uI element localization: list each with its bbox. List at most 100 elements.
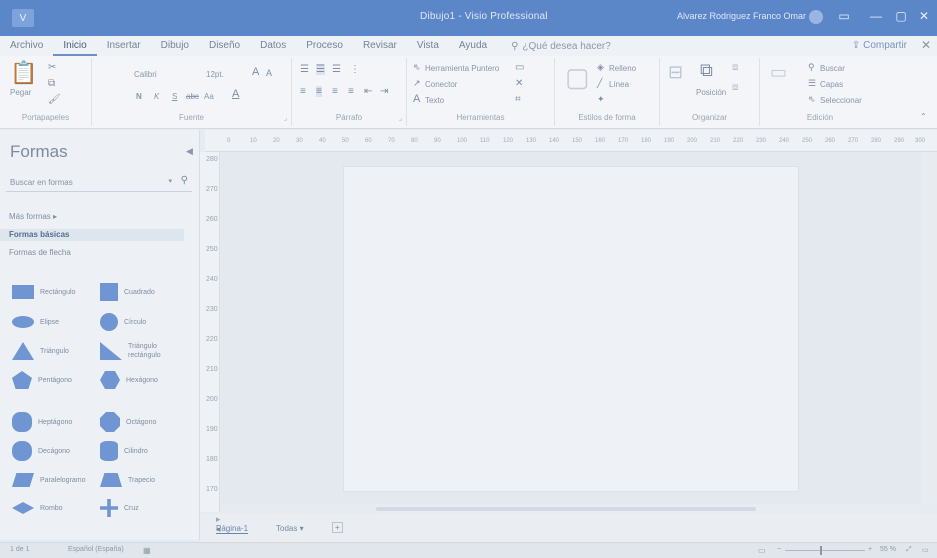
delete-icon[interactable]: ✕ xyxy=(515,78,523,89)
shape-right-triangle[interactable]: Triángulo rectángulo xyxy=(100,339,178,363)
share-button[interactable]: ⇪ Compartir xyxy=(852,40,907,51)
tab-archivo[interactable]: Archivo xyxy=(0,36,53,56)
font-family-dropdown[interactable]: Calibri xyxy=(134,70,157,79)
tab-diseno[interactable]: Diseño xyxy=(199,36,250,56)
drawing-canvas[interactable] xyxy=(221,152,921,504)
more-shapes-button[interactable]: Más formas ▸ xyxy=(9,212,57,221)
tab-proceso[interactable]: Proceso xyxy=(296,36,353,56)
fill-button[interactable]: Relleno xyxy=(609,64,636,73)
shrink-font-button[interactable]: A xyxy=(266,68,272,78)
position-button[interactable]: Posición xyxy=(696,88,726,97)
quick-styles-icon[interactable]: ▢ xyxy=(565,62,590,93)
align-right-icon[interactable]: ≡ xyxy=(332,86,338,97)
fill-icon[interactable]: ◈ xyxy=(597,62,604,73)
underline-button[interactable]: S xyxy=(172,92,177,101)
zoom-out-icon[interactable]: − xyxy=(777,546,781,553)
pointer-tool-icon[interactable]: ⇖ xyxy=(413,62,421,73)
vertical-scrollbar[interactable] xyxy=(921,152,937,504)
page-indicator[interactable]: 1 de 1 xyxy=(10,546,29,553)
select-icon[interactable]: ⇖ xyxy=(808,94,816,105)
italic-button[interactable]: K xyxy=(154,92,159,101)
grow-font-button[interactable]: A xyxy=(252,66,259,78)
shape-triangle[interactable]: Triángulo xyxy=(12,339,69,363)
all-pages-dropdown[interactable]: Todas ▾ xyxy=(276,524,304,533)
align-left-icon[interactable]: ≡ xyxy=(300,86,306,97)
page-tab-1[interactable]: Página-1 xyxy=(216,524,249,534)
connector-icon[interactable]: ↗ xyxy=(413,78,421,89)
tab-datos[interactable]: Datos xyxy=(250,36,296,56)
collapse-pane-icon[interactable]: ◀ xyxy=(186,146,193,157)
text-tool-button[interactable]: Texto xyxy=(425,96,444,105)
tab-dibujo[interactable]: Dibujo xyxy=(151,36,199,56)
search-icon[interactable]: ⚲ xyxy=(181,175,188,186)
connector-button[interactable]: Conector xyxy=(425,80,457,89)
stencil-basic-shapes[interactable]: Formas básicas xyxy=(0,229,184,241)
horizontal-scrollbar[interactable] xyxy=(376,504,921,514)
fit-to-window-icon[interactable]: ⤢ xyxy=(906,546,912,554)
font-color-button[interactable]: A xyxy=(232,88,239,100)
scrollbar-thumb[interactable] xyxy=(376,507,756,511)
ribbon-display-options-button[interactable]: ▭ xyxy=(834,9,854,23)
shape-rectangle[interactable]: Rectángulo xyxy=(12,280,75,304)
layers-icon[interactable]: ☰ xyxy=(808,78,816,89)
find-icon[interactable]: ⚲ xyxy=(808,62,815,73)
shape-ellipse[interactable]: Elipse xyxy=(12,310,59,334)
paste-icon[interactable]: 📋 xyxy=(10,60,37,86)
tab-ayuda[interactable]: Ayuda xyxy=(449,36,497,56)
stencil-arrow-shapes[interactable]: Formas de flecha xyxy=(9,248,71,257)
change-case-button[interactable]: Aa xyxy=(204,92,214,101)
switch-windows-icon[interactable]: ▭ xyxy=(922,546,929,554)
maximize-button[interactable]: ▢ xyxy=(891,9,911,23)
shape-pentagon[interactable]: Pentágono xyxy=(12,368,72,392)
bold-button[interactable]: N xyxy=(136,92,142,101)
zoom-level[interactable]: 55 % xyxy=(880,546,896,553)
user-name[interactable]: Alvarez Rodriguez Franco Omar xyxy=(677,11,806,21)
shape-hexagon[interactable]: Hexágono xyxy=(100,368,158,392)
tab-revisar[interactable]: Revisar xyxy=(353,36,407,56)
text-tool-icon[interactable]: A xyxy=(413,93,420,105)
layers-button[interactable]: Capas xyxy=(820,80,843,89)
shape-trapezoid[interactable]: Trapecio xyxy=(100,468,155,492)
bullets-icon[interactable]: ⋮ xyxy=(350,64,360,75)
add-page-button[interactable]: + xyxy=(332,522,343,533)
shape-heptagon[interactable]: Heptágono xyxy=(12,410,72,434)
cut-icon[interactable]: ✂ xyxy=(48,62,56,73)
shape-octagon[interactable]: Octágono xyxy=(100,410,156,434)
font-dialog-launcher-icon[interactable]: ⌟ xyxy=(284,114,287,122)
shape-parallelogram[interactable]: Paralelogramo xyxy=(12,468,86,492)
effects-icon[interactable]: ✦ xyxy=(597,94,605,105)
shapes-search-input[interactable]: Buscar en formas ▾ ⚲ xyxy=(6,174,192,192)
position-icon[interactable]: ⧉ xyxy=(700,60,713,81)
change-shape-icon[interactable]: ▭ xyxy=(770,62,787,83)
language-indicator[interactable]: Español (España) xyxy=(68,546,124,553)
tab-inicio[interactable]: Inicio xyxy=(53,36,97,56)
align-center-icon[interactable]: ≡ xyxy=(316,86,322,97)
zoom-in-icon[interactable]: + xyxy=(868,546,872,553)
paragraph-dialog-launcher-icon[interactable]: ⌟ xyxy=(399,114,402,122)
zoom-slider[interactable] xyxy=(785,550,865,551)
ribbon-collapse-button[interactable]: ✕ xyxy=(921,38,931,52)
tab-vista[interactable]: Vista xyxy=(407,36,449,56)
minimize-button[interactable]: — xyxy=(866,9,886,23)
strikethrough-button[interactable]: abc xyxy=(186,92,199,101)
align-bottom-icon[interactable]: ☰ xyxy=(332,64,341,75)
collapse-ribbon-icon[interactable]: ⌃ xyxy=(920,112,927,121)
bring-forward-icon[interactable]: ⧈ xyxy=(732,62,738,73)
shape-square[interactable]: Cuadrado xyxy=(100,280,155,304)
format-painter-icon[interactable]: 🖌 xyxy=(48,94,61,105)
font-size-dropdown[interactable]: 12pt. xyxy=(206,70,224,79)
find-button[interactable]: Buscar xyxy=(820,64,845,73)
shape-decagon[interactable]: Decágono xyxy=(12,439,70,463)
zoom-slider-thumb[interactable] xyxy=(820,546,822,555)
tell-me-box[interactable]: ⚲ ¿Qué desea hacer? xyxy=(511,41,611,52)
macro-icon[interactable]: ▦ xyxy=(143,546,151,555)
chevron-down-icon[interactable]: ▾ xyxy=(168,177,172,185)
shape-cylinder[interactable]: Cilindro xyxy=(100,439,148,463)
paste-label[interactable]: Pegar xyxy=(10,88,31,97)
align-top-icon[interactable]: ☰ xyxy=(300,64,309,75)
presentation-mode-icon[interactable]: ▭ xyxy=(758,546,766,555)
increase-indent-icon[interactable]: ⇥ xyxy=(380,86,388,97)
tab-insertar[interactable]: Insertar xyxy=(97,36,151,56)
send-backward-icon[interactable]: ⧈ xyxy=(732,82,738,93)
align-objects-icon[interactable]: ⊟ xyxy=(668,62,683,83)
